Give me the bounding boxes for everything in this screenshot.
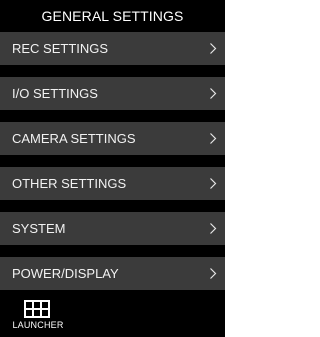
menu-item-camera-settings[interactable]: CAMERA SETTINGS [0,122,225,155]
menu-item-label: SYSTEM [12,221,66,236]
chevron-right-icon [210,178,217,189]
launcher-button[interactable]: LAUNCHER [10,298,66,336]
page-title: GENERAL SETTINGS [41,8,184,24]
menu-item-label: POWER/DISPLAY [12,266,119,281]
menu-item-label: CAMERA SETTINGS [12,131,136,146]
chevron-right-icon [210,268,217,279]
menu-item-power-display[interactable]: POWER/DISPLAY [0,257,225,290]
grid-icon [24,300,50,318]
menu-item-label: OTHER SETTINGS [12,176,127,191]
menu-item-io-settings[interactable]: I/O SETTINGS [0,77,225,110]
launcher-label: LAUNCHER [12,320,64,330]
menu-item-label: I/O SETTINGS [12,86,98,101]
chevron-right-icon [210,133,217,144]
menu-item-system[interactable]: SYSTEM [0,212,225,245]
chevron-right-icon [210,223,217,234]
menu-item-other-settings[interactable]: OTHER SETTINGS [0,167,225,200]
menu-item-rec-settings[interactable]: REC SETTINGS [0,32,225,65]
menu-item-label: REC SETTINGS [12,41,109,56]
chevron-right-icon [210,88,217,99]
general-settings-screen: GENERAL SETTINGS REC SETTINGS I/O SETTIN… [0,0,225,337]
chevron-right-icon [210,43,217,54]
